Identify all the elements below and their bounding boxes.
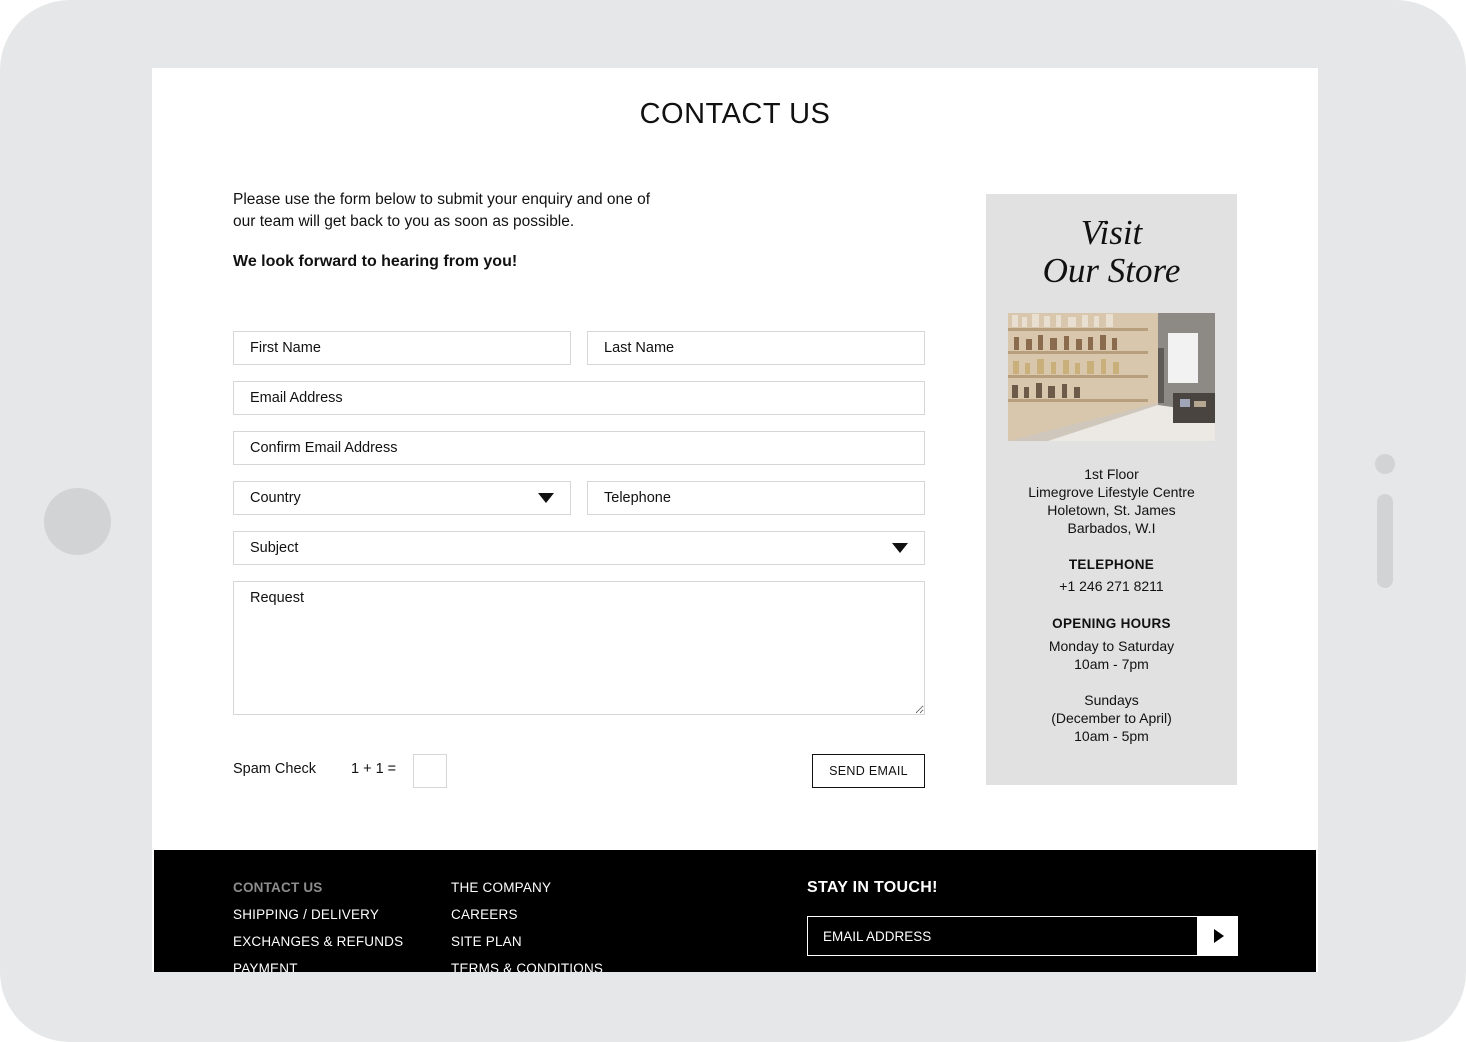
store-heading-line1: Visit — [1080, 213, 1143, 252]
footer-link-contact-us[interactable]: CONTACT US — [233, 880, 403, 907]
hours-line: 10am - 5pm — [1074, 728, 1149, 744]
screen: CONTACT US Please use the form below to … — [152, 68, 1318, 972]
newsletter-submit-button[interactable] — [1198, 916, 1238, 956]
confirm-email-field[interactable] — [233, 431, 925, 465]
address-line: 1st Floor — [1084, 466, 1139, 482]
side-slot — [1377, 494, 1393, 588]
camera-dot — [1375, 454, 1395, 474]
site-footer: CONTACT US SHIPPING / DELIVERY EXCHANGES… — [154, 850, 1316, 972]
opening-hours: Monday to Saturday 10am - 7pm Sundays (D… — [986, 637, 1237, 745]
hours-line: Monday to Saturday — [1048, 638, 1175, 654]
footer-link-careers[interactable]: CAREERS — [451, 907, 603, 934]
home-button — [44, 488, 111, 555]
country-select[interactable]: Country — [233, 481, 571, 515]
country-select-label: Country — [250, 490, 301, 506]
intro-tagline: We look forward to hearing from you! — [233, 253, 518, 270]
hours-line: 10am - 7pm — [1074, 656, 1149, 672]
address-line: Holetown, St. James — [1047, 502, 1176, 518]
store-heading-line2: Our Store — [1042, 251, 1181, 290]
subject-select-label: Subject — [250, 540, 299, 556]
store-address: 1st Floor Limegrove Lifestyle Centre Hol… — [986, 465, 1237, 537]
page-title: CONTACT US — [639, 98, 831, 130]
newsletter-title: STAY IN TOUCH! — [807, 879, 938, 896]
address-line: Barbados, W.I — [1067, 520, 1156, 536]
caret-down-icon — [892, 543, 908, 553]
intro-text: Please use the form below to submit your… — [233, 191, 651, 230]
request-textarea[interactable] — [233, 581, 925, 715]
footer-link-shipping[interactable]: SHIPPING / DELIVERY — [233, 907, 403, 934]
telephone-field[interactable] — [587, 481, 925, 515]
send-email-button[interactable]: SEND EMAIL — [812, 754, 925, 788]
store-interior-illustration — [1008, 313, 1215, 441]
hours-line: (December to April) — [1051, 710, 1172, 726]
opening-hours-heading: OPENING HOURS — [1052, 616, 1171, 631]
email-field[interactable] — [233, 381, 925, 415]
address-line: Limegrove Lifestyle Centre — [1028, 484, 1195, 500]
footer-link-site-plan[interactable]: SITE PLAN — [451, 934, 603, 961]
hours-line: Sundays — [1084, 692, 1139, 708]
first-name-field[interactable] — [233, 331, 571, 365]
caret-down-icon — [538, 493, 554, 503]
footer-link-exchanges[interactable]: EXCHANGES & REFUNDS — [233, 934, 403, 961]
spam-check-question: 1 + 1 = — [351, 761, 397, 777]
spam-check-label: Spam Check — [233, 761, 317, 777]
footer-link-payment[interactable]: PAYMENT — [233, 961, 403, 972]
last-name-field[interactable] — [587, 331, 925, 365]
store-heading: Visit Our Store — [986, 214, 1237, 290]
store-photo — [1008, 313, 1215, 441]
subject-select[interactable]: Subject — [233, 531, 925, 565]
store-telephone: +1 246 271 8211 — [1059, 578, 1164, 594]
play-arrow-icon — [1214, 929, 1224, 943]
footer-link-company[interactable]: THE COMPANY — [451, 880, 603, 907]
store-panel: Visit Our Store 1st Floor Limegrove Life… — [986, 194, 1237, 785]
telephone-heading: TELEPHONE — [1068, 557, 1155, 572]
footer-links-col2: THE COMPANY CAREERS SITE PLAN TERMS & CO… — [451, 880, 603, 972]
tablet-frame: CONTACT US Please use the form below to … — [0, 0, 1466, 1042]
footer-link-terms[interactable]: TERMS & CONDITIONS — [451, 961, 603, 972]
spam-check-input[interactable] — [413, 754, 447, 788]
footer-links-col1: CONTACT US SHIPPING / DELIVERY EXCHANGES… — [233, 880, 403, 972]
newsletter-email-input[interactable] — [807, 916, 1198, 956]
